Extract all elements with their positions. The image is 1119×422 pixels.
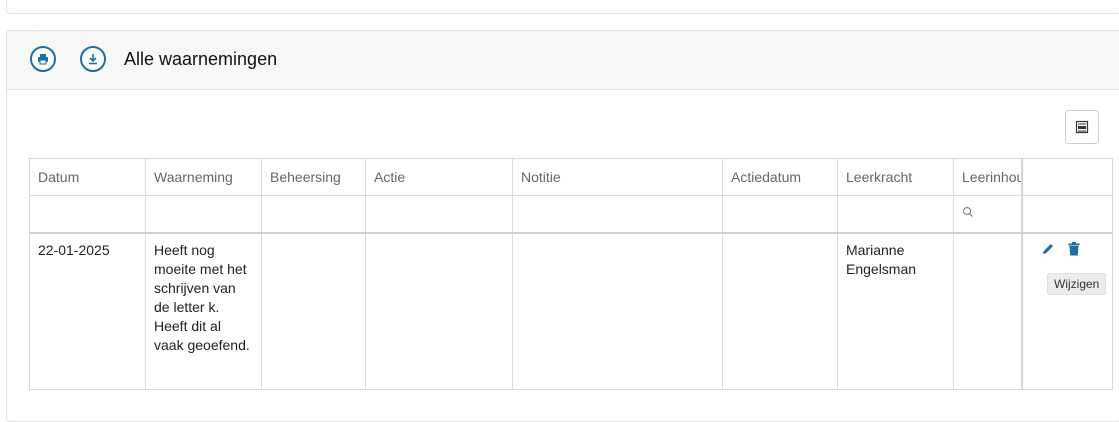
filter-cell[interactable] xyxy=(146,196,262,232)
filter-cell[interactable] xyxy=(262,196,366,232)
filter-cell-leerinhoud[interactable] xyxy=(954,196,1022,232)
panel-title: Alle waarnemingen xyxy=(124,49,278,69)
panel-header: Alle waarnemingen xyxy=(7,31,1119,90)
filter-cell[interactable] xyxy=(30,196,146,232)
table-header-row: Datum Waarneming Beheersing Actie Notiti… xyxy=(30,159,1112,196)
column-header[interactable]: Waarneming xyxy=(146,159,262,195)
table-filter-row xyxy=(30,196,1112,234)
trash-icon[interactable] xyxy=(1068,242,1080,256)
filter-cell[interactable] xyxy=(723,196,838,232)
filter-cell[interactable] xyxy=(366,196,513,232)
cell-leerkracht: Marianne Engelsman xyxy=(838,234,954,389)
observations-panel: Alle waarnemingen Datum Waarneming Behee… xyxy=(6,30,1119,422)
excel-export-icon xyxy=(1075,120,1089,134)
cell-actiedatum xyxy=(723,234,838,389)
tooltip: Wijzigen xyxy=(1047,273,1107,295)
column-header[interactable]: Datum xyxy=(30,159,146,195)
cell-actions xyxy=(1022,234,1112,389)
column-header[interactable]: Beheersing xyxy=(262,159,366,195)
search-icon xyxy=(962,206,973,217)
column-header[interactable]: Notitie xyxy=(513,159,723,195)
filter-cell xyxy=(1022,196,1112,232)
column-header[interactable]: Leerkracht xyxy=(838,159,954,195)
cell-notitie xyxy=(513,234,723,389)
filter-cell[interactable] xyxy=(838,196,954,232)
cell-actie xyxy=(366,234,513,389)
column-header-actions xyxy=(1022,159,1112,195)
table-row: 22-01-2025 Heeft nog moeite met het schr… xyxy=(30,234,1112,389)
filter-cell[interactable] xyxy=(513,196,723,232)
top-card xyxy=(6,0,1119,14)
download-icon xyxy=(89,54,97,65)
pencil-icon[interactable] xyxy=(1041,242,1055,256)
column-header[interactable]: Actiedatum xyxy=(723,159,838,195)
cell-datum: 22-01-2025 xyxy=(30,234,146,389)
export-excel-button[interactable] xyxy=(1065,110,1099,144)
cell-beheersing xyxy=(262,234,366,389)
column-header[interactable]: Actie xyxy=(366,159,513,195)
download-button[interactable] xyxy=(80,46,106,72)
column-header[interactable]: Leerinhoud xyxy=(954,159,1022,195)
print-button[interactable] xyxy=(30,46,56,72)
cell-waarneming: Heeft nog moeite met het schrijven van d… xyxy=(146,234,262,389)
cell-leerinhoud xyxy=(954,234,1022,389)
print-icon xyxy=(38,54,48,65)
observations-table: Datum Waarneming Beheersing Actie Notiti… xyxy=(29,158,1113,390)
